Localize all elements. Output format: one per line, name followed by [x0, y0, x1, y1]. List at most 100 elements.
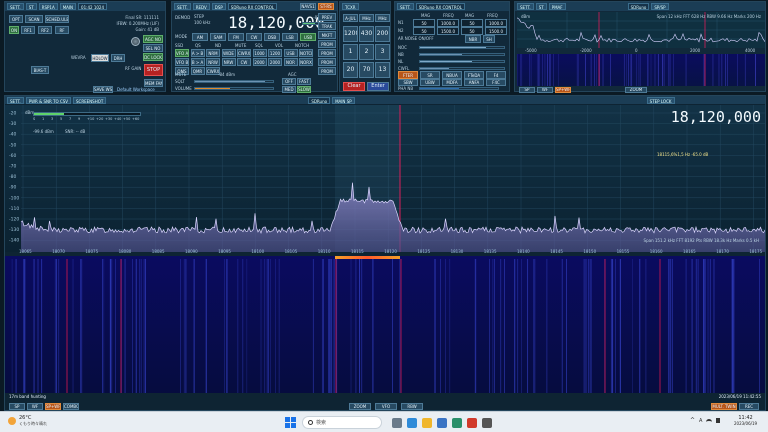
agc-toggle-button[interactable]: AGC NO [143, 35, 163, 43]
tab-sett[interactable]: SETT. [7, 3, 24, 10]
memory-button-3[interactable]: PROM [318, 40, 336, 48]
keypad-key-1[interactable]: 1 [343, 44, 358, 60]
dc-lock-button[interactable]: DC LOCK [143, 53, 163, 61]
screenshot-button[interactable]: SCREENSHOT [73, 96, 107, 104]
file-explorer-icon[interactable] [422, 418, 432, 428]
nbr-button[interactable]: NBR [465, 35, 481, 43]
memory-button-4[interactable]: PROM [318, 49, 336, 57]
rx-btn-am[interactable]: AM [192, 33, 208, 41]
main-rec-button[interactable]: REC [739, 403, 759, 410]
tab-st[interactable]: ST [535, 3, 547, 10]
meter-bar-nb[interactable] [419, 53, 505, 56]
weather-widget[interactable]: 26°C くもり時々晴れ [8, 415, 47, 427]
task-view-icon[interactable] [392, 418, 402, 428]
aux-view-wf[interactable]: WF [537, 87, 553, 93]
keypad-key-200[interactable]: 200 [375, 26, 390, 42]
main-spectrum-plot[interactable]: -20 -30 -40 -50 -60 -70 -80 -90 -100 -110 -120 -130… [5, 105, 765, 252]
rf-button[interactable]: RF [55, 26, 69, 34]
step-lock-button[interactable]: STEP LOCK [646, 96, 675, 104]
aux-btn-f4[interactable]: F4 [486, 71, 506, 79]
tab-spsp[interactable]: SP/SP [651, 3, 669, 10]
aux-btn-nbua[interactable]: NBUA [442, 71, 462, 79]
memory-button-5[interactable]: PROM [318, 58, 336, 66]
rx-btn-vfo-b[interactable]: VFO B [175, 58, 189, 66]
main-view-sp-wf[interactable]: SP+WF [45, 403, 61, 410]
rf-gain-knob[interactable] [131, 37, 140, 46]
tab-sett[interactable]: SETT. [517, 3, 534, 10]
rx-btn-nrw[interactable]: NRW [206, 58, 220, 66]
rx-btn-2000[interactable]: 2000 [268, 58, 282, 66]
rx-btn-2000[interactable]: 2000 [252, 58, 267, 66]
rx-btn-fm[interactable]: FM [228, 33, 244, 41]
rx-btn-nor[interactable]: NOR [283, 58, 298, 66]
aux-btn2-anfa[interactable]: ANFA [464, 79, 484, 86]
keypad-key-3[interactable]: 3 [375, 44, 390, 60]
meter-bar-cwfl[interactable] [419, 67, 505, 70]
drh-button[interactable]: DRH [111, 54, 125, 62]
aux-btn-sr[interactable]: SR [420, 71, 440, 79]
bias-t-button[interactable]: BIAS-T [31, 66, 49, 74]
edge-browser-icon[interactable] [407, 418, 417, 428]
meter-bar-noc[interactable] [419, 46, 505, 49]
opt-button[interactable]: OPT [9, 15, 23, 23]
rx-btn-notch[interactable]: NOTCH [299, 49, 313, 57]
main-rbw-button[interactable]: RBW [401, 403, 423, 410]
volume-slider[interactable] [194, 87, 274, 90]
schedule-button[interactable]: SCHED.ULE [45, 15, 69, 23]
main-view-sp[interactable]: SP [9, 403, 25, 410]
nav-tab-1[interactable]: NAVS1 [300, 3, 316, 10]
agc-off-button[interactable]: OFF [282, 78, 296, 85]
chat-icon[interactable] [437, 418, 447, 428]
squelch-slider[interactable] [194, 80, 274, 83]
aux-view-sp[interactable]: SP [519, 87, 535, 93]
main-vfo-button[interactable]: VFO [375, 403, 397, 410]
stop-button[interactable]: STOP [144, 64, 163, 76]
notch-field[interactable]: 1000.0 [485, 19, 507, 27]
aux-btn-fteda[interactable]: FTeDA [464, 71, 484, 79]
rx-btn-nrw[interactable]: NRW [221, 58, 236, 66]
notch-field[interactable]: 50 [461, 27, 483, 35]
tab-main[interactable]: MAIN [59, 3, 77, 10]
keypad-unit-1[interactable]: MHz [359, 14, 374, 22]
rx-btn-a-b[interactable]: A > B [190, 49, 205, 57]
on-button[interactable]: ON [9, 26, 19, 34]
taskbar-clock[interactable]: 11:42 2023/06/19 [734, 415, 757, 426]
tab-redv[interactable]: REDV [192, 3, 210, 10]
rx-btn-lsb[interactable]: LSB [282, 33, 298, 41]
rx-btn-wide[interactable]: WIDE [221, 49, 236, 57]
pwr-snr-csv-button[interactable]: PWR & SNR TO CSV [25, 96, 72, 104]
aux-btn-fter[interactable]: FTER [398, 71, 418, 79]
main-waterfall[interactable] [5, 256, 765, 393]
keypad-key-13[interactable]: 13 [375, 62, 390, 78]
notch-field[interactable]: 1500.0 [485, 27, 507, 35]
rx-btn-cwrx[interactable]: CWRX [237, 49, 251, 57]
nav-tab-2[interactable]: ST-RS [318, 3, 334, 10]
rx-btn-usb[interactable]: USB [300, 33, 316, 41]
aux-btn2-sbw[interactable]: SBW [398, 79, 418, 86]
enter-button[interactable]: Enter [367, 82, 389, 91]
keypad-key-20[interactable]: 20 [343, 62, 358, 78]
rx-btn-dsb[interactable]: DSB [264, 33, 280, 41]
aux-view-sp-wf[interactable]: SP+WF [555, 87, 571, 93]
phase-slider[interactable] [419, 87, 499, 90]
tab-st[interactable]: ST [25, 3, 37, 10]
tray-chevron-icon[interactable]: ^ [690, 417, 695, 424]
clear-button[interactable]: Clear [343, 82, 365, 91]
rx-btn-1000[interactable]: 1000 [252, 49, 267, 57]
volume-icon[interactable] [716, 418, 721, 423]
ime-indicator[interactable]: A [699, 418, 702, 424]
agc-fast-button[interactable]: FAST [297, 78, 311, 85]
keypad-key-70[interactable]: 70 [359, 62, 374, 78]
rx-btn-usb[interactable]: USB [283, 49, 298, 57]
save-workspace-button[interactable]: SAVE WS [93, 86, 113, 93]
rx-btn-sam[interactable]: SAM [210, 33, 226, 41]
app-icon[interactable] [482, 418, 492, 428]
rx-btn-norx[interactable]: NORX [299, 58, 313, 66]
memory-button-2[interactable]: MKFT [318, 31, 336, 39]
aux-btn2-f4c[interactable]: F4C [486, 79, 506, 86]
aux-btn2-mdfa[interactable]: MDFA [442, 79, 462, 86]
mcafee-icon[interactable] [467, 418, 477, 428]
memory-button-0[interactable]: PREV [318, 13, 336, 21]
keypad-unit-0[interactable]: A-JUL [343, 14, 358, 22]
notch-field[interactable]: 50 [413, 19, 435, 27]
